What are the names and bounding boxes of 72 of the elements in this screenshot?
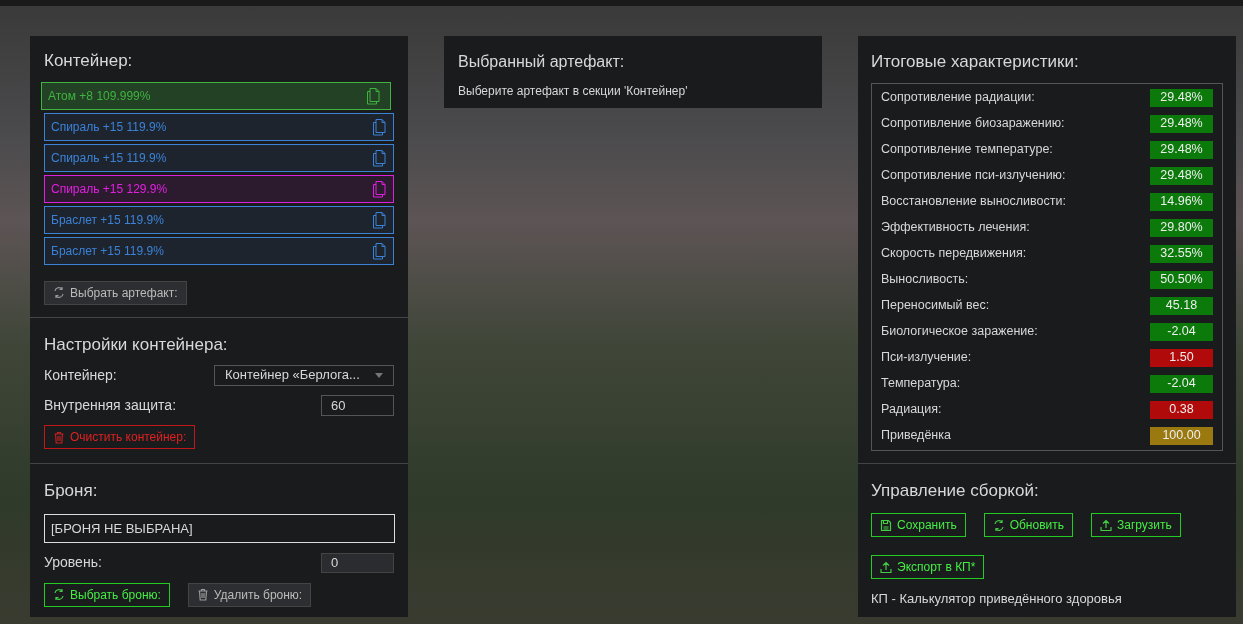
stat-value: 29.48% xyxy=(1150,88,1213,107)
action-button[interactable]: Экспорт в КП* xyxy=(871,555,985,579)
copy-icon[interactable] xyxy=(372,148,386,167)
stat-label: Сопротивление радиации: xyxy=(881,89,1035,107)
note-text: КП - Калькулятор приведённого здоровья xyxy=(871,590,1123,608)
stat-label: Восстановление выносливости: xyxy=(881,193,1066,211)
stat-value: 1.50 xyxy=(1150,348,1213,367)
copy-icon[interactable] xyxy=(372,241,386,260)
stat-value: 29.48% xyxy=(1150,140,1213,159)
upload-icon xyxy=(880,560,892,574)
action-button[interactable]: Удалить броню: xyxy=(187,582,312,607)
container-dropdown[interactable]: Контейнер «Берлога... xyxy=(214,364,394,386)
trash-icon xyxy=(53,430,65,444)
stat-value: 29.48% xyxy=(1150,114,1213,133)
hint-text: Выберите артефакт в секции 'Контейнер' xyxy=(458,83,689,100)
action-button[interactable]: Загрузить xyxy=(1091,513,1181,537)
action-button[interactable]: Выбрать артефакт: xyxy=(44,280,187,305)
section-title: Настройки контейнера: xyxy=(44,333,229,356)
level-input[interactable]: 0 xyxy=(321,552,394,573)
artifact-item[interactable]: Спираль +15 129.9% xyxy=(44,174,394,203)
protection-input[interactable]: 60 xyxy=(321,394,394,416)
stat-label: Скорость передвижения: xyxy=(881,245,1027,263)
action-button[interactable]: Очистить контейнер: xyxy=(44,425,196,449)
section-title: Управление сборкой: xyxy=(871,479,1040,502)
artifact-item[interactable]: Спираль +15 119.9% xyxy=(44,143,394,172)
field-label: Уровень: xyxy=(44,553,102,572)
artifact-item[interactable]: Спираль +15 119.9% xyxy=(44,112,394,141)
stat-label: Биологическое заражение: xyxy=(881,323,1038,341)
field-label: Внутренняя защита: xyxy=(44,395,177,415)
caret-icon xyxy=(375,372,383,378)
stat-value: -2.04 xyxy=(1150,322,1213,341)
action-button[interactable]: Выбрать броню: xyxy=(44,582,170,607)
field-label: Контейнер: xyxy=(44,365,117,385)
stat-value: 29.80% xyxy=(1150,218,1213,237)
stat-label: Сопротивление пси-излучению: xyxy=(881,167,1066,185)
action-button[interactable]: Сохранить xyxy=(871,513,966,537)
stat-label: Переносимый вес: xyxy=(881,297,990,315)
artifact-item[interactable]: Браслет +15 119.9% xyxy=(44,236,394,265)
stat-value: 100.00 xyxy=(1150,426,1213,445)
stat-label: Пси-излучение: xyxy=(881,349,972,367)
stat-label: Температура: xyxy=(881,375,961,393)
artifact-item[interactable]: Атом +8 109.999% xyxy=(41,81,391,110)
stat-value: 32.55% xyxy=(1150,244,1213,263)
stat-value: 14.96% xyxy=(1150,192,1213,211)
section-title: Выбранный артефакт: xyxy=(458,52,626,72)
section-title: Итоговые характеристики: xyxy=(871,51,1080,73)
copy-icon[interactable] xyxy=(372,210,386,229)
stat-label: Эффективность лечения: xyxy=(881,219,1030,237)
copy-icon[interactable] xyxy=(372,117,386,136)
save-icon xyxy=(880,518,892,532)
stat-label: Приведёнка xyxy=(881,427,951,445)
stat-value: 45.18 xyxy=(1150,296,1213,315)
stat-value: 50.50% xyxy=(1150,270,1213,289)
upload-icon xyxy=(1100,518,1112,532)
refresh-icon xyxy=(53,588,65,601)
action-button[interactable]: Обновить xyxy=(983,513,1073,537)
stat-label: Сопротивление температуре: xyxy=(881,141,1053,159)
artifact-item[interactable]: Браслет +15 119.9% xyxy=(44,205,394,234)
stat-label: Сопротивление биозаражению: xyxy=(881,115,1065,133)
refresh-icon xyxy=(992,518,1005,532)
stat-value: 0.38 xyxy=(1150,400,1213,419)
copy-icon[interactable] xyxy=(372,179,386,198)
copy-icon[interactable] xyxy=(366,86,380,105)
section-title: Контейнер: xyxy=(44,50,134,72)
stat-value: -2.04 xyxy=(1150,374,1213,393)
stat-label: Выносливость: xyxy=(881,271,969,289)
stat-value: 29.48% xyxy=(1150,166,1213,185)
section-title: Броня: xyxy=(44,480,99,502)
refresh-icon xyxy=(53,286,65,299)
armor-input[interactable]: [БРОНЯ НЕ ВЫБРАНА] xyxy=(44,513,395,543)
trash-icon xyxy=(196,588,209,601)
stat-label: Радиация: xyxy=(881,401,942,419)
